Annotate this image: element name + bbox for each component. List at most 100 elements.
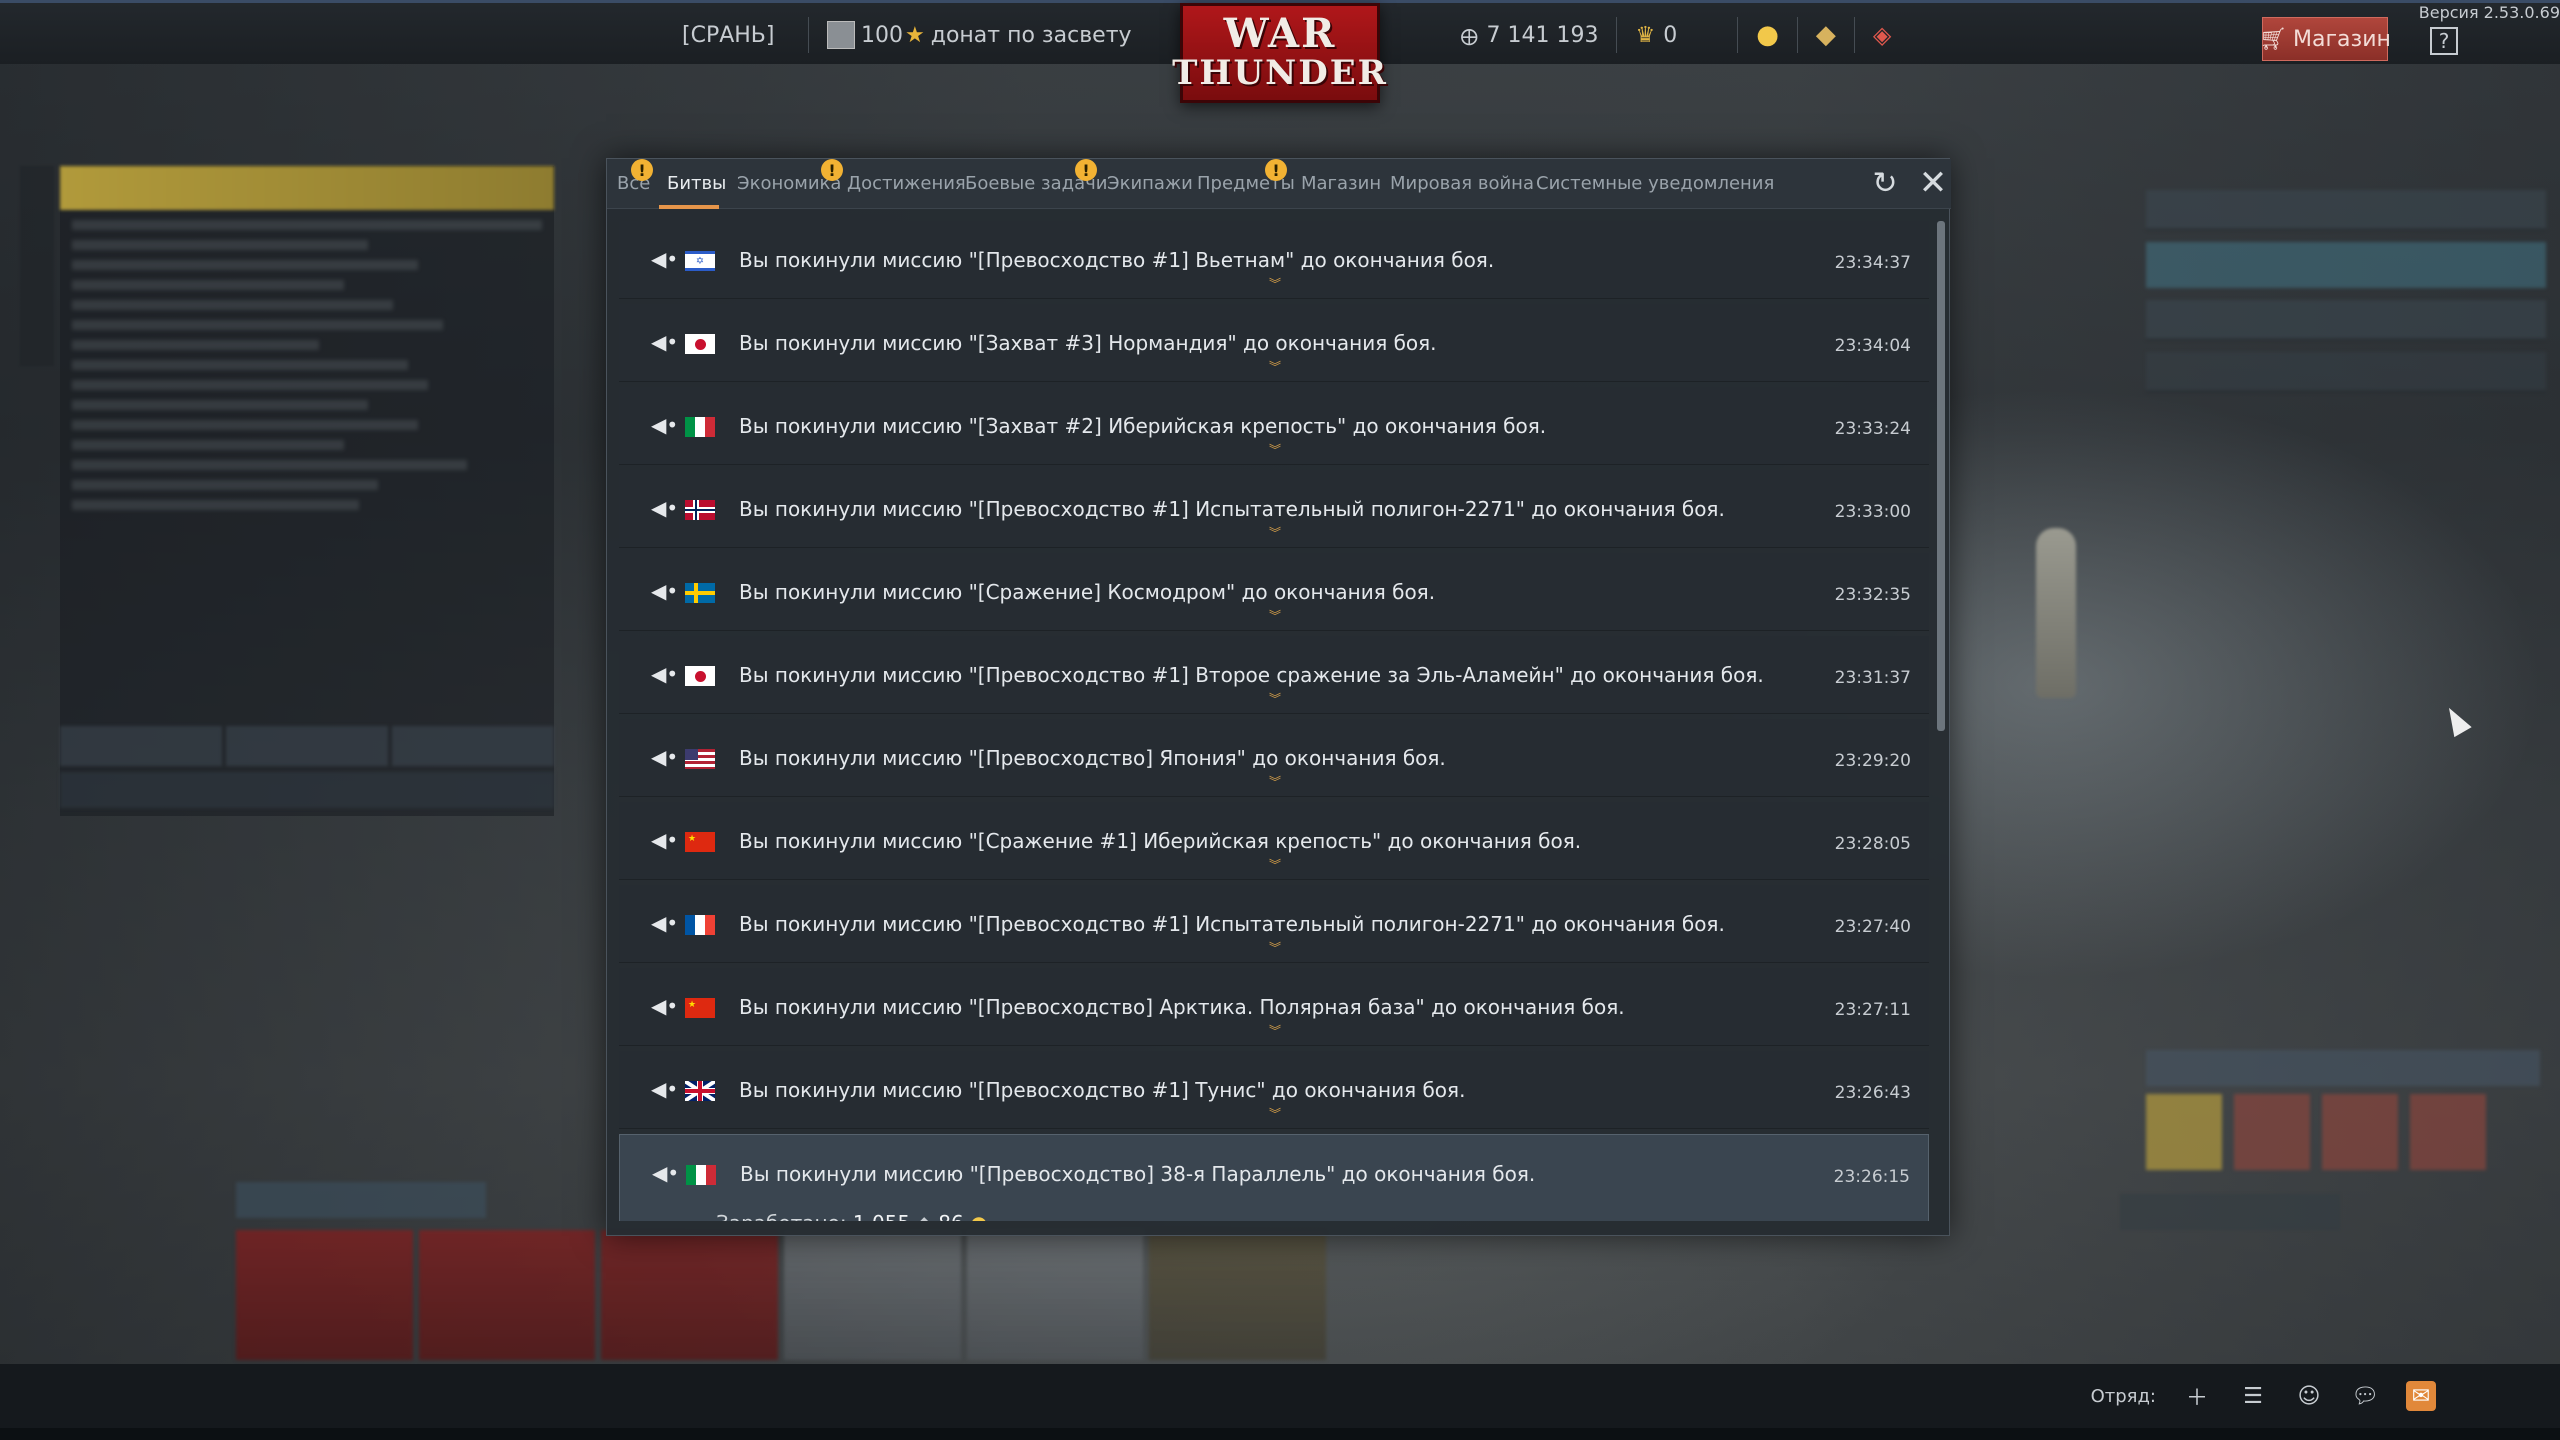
expand-chevron-icon[interactable]: ︾ xyxy=(1269,278,1281,290)
notification-row[interactable]: ◀• ★ Вы покинули миссию "[Сражение #1] Ибе… xyxy=(619,802,1929,880)
tab-shop[interactable]: Магазин xyxy=(1301,173,1381,194)
tab-label: Битвы xyxy=(667,173,727,194)
premium-amount: 100 xyxy=(861,22,903,48)
notifications-window: Все! Битвы Экономика! Достижения Боевые … xyxy=(606,158,1951,1236)
expand-chevron-icon[interactable]: ︾ xyxy=(1269,361,1281,373)
bottom-strip xyxy=(0,1428,2560,1440)
list-icon[interactable]: ☰ xyxy=(2238,1381,2268,1411)
country-flag-icon: ★ xyxy=(685,832,715,852)
country-flag-icon xyxy=(685,666,715,686)
star-icon: ★ xyxy=(905,22,925,48)
notification-row[interactable]: ◀• Вы покинули миссию "[Превосходство] 38… xyxy=(619,1134,1929,1221)
tab-label: Экипажи xyxy=(1107,173,1193,194)
divider xyxy=(1616,17,1618,53)
tab-label: Мировая война xyxy=(1390,173,1534,194)
expand-chevron-icon[interactable]: ︾ xyxy=(1269,444,1281,456)
crew-bar-blurred xyxy=(236,1182,486,1218)
chat-icon[interactable]: 💬︎ xyxy=(2350,1381,2380,1411)
silver-lions-value: 7 141 193 xyxy=(1486,22,1599,48)
warning-icon: ! xyxy=(1265,159,1287,181)
bottom-bar: Отряд: ＋ ☰ ☺ 💬︎ ✉ xyxy=(0,1364,2560,1428)
country-flag-icon xyxy=(685,915,715,935)
items-panel-blurred xyxy=(2146,1050,2540,1170)
refresh-icon[interactable]: ↻ xyxy=(1869,169,1901,201)
golden-eagles-value: 0 xyxy=(1663,22,1678,48)
notification-time: 23:33:00 xyxy=(1834,502,1911,522)
tab-world-war[interactable]: Мировая война xyxy=(1390,173,1534,194)
leave-battle-icon: ◀• xyxy=(651,1077,679,1101)
tab-crews[interactable]: Экипажи xyxy=(1107,173,1193,194)
notification-row[interactable]: ◀• Вы покинули миссию "[Превосходство #1]… xyxy=(619,636,1929,714)
scrollbar[interactable] xyxy=(1937,221,1945,731)
country-flag-icon xyxy=(685,1081,715,1101)
modifications-bar xyxy=(60,772,554,808)
contacts-icon[interactable]: ☺ xyxy=(2294,1381,2324,1411)
add-squad-icon[interactable]: ＋ xyxy=(2182,1381,2212,1411)
notification-text: Вы покинули миссию "[Сражение #1] Иберий… xyxy=(739,829,1582,853)
game-version: Версия 2.53.0.69 xyxy=(2418,3,2560,22)
notification-text: Вы покинули миссию "[Превосходство] 38-я… xyxy=(740,1162,1536,1186)
shop-button[interactable]: 🛒︎ Магазин xyxy=(2259,17,2391,61)
notification-row[interactable]: ◀• Вы покинули миссию "[Захват #2] Иберий… xyxy=(619,387,1929,465)
donate-text: донат по засвету xyxy=(930,22,1132,48)
tab-achievements[interactable]: Достижения xyxy=(847,173,966,194)
coupon-icon[interactable]: ◈ xyxy=(1873,21,1891,49)
tab-economy[interactable]: Экономика! xyxy=(737,159,843,194)
notification-time: 23:34:37 xyxy=(1834,253,1911,273)
notification-time: 23:34:04 xyxy=(1834,336,1911,356)
slot-tools-blurred xyxy=(2120,1194,2340,1230)
golden-eagle-icon: ♛ xyxy=(1635,22,1656,48)
expand-chevron-icon[interactable]: ︾ xyxy=(1269,527,1281,539)
player-nick[interactable]: [СРАНЬ] xyxy=(682,3,774,67)
notification-text: Вы покинули миссию "[Превосходство #1] В… xyxy=(739,248,1495,272)
expand-chevron-icon[interactable]: ︾ xyxy=(1269,776,1281,788)
notification-text: Вы покинули миссию "[Превосходство #1] В… xyxy=(739,663,1764,687)
country-flag-icon xyxy=(686,1165,716,1185)
warning-icon: ! xyxy=(1075,159,1097,181)
tab-battle-tasks[interactable]: Боевые задачи! xyxy=(965,159,1107,194)
notification-row[interactable]: ◀• Вы покинули миссию "[Захват #3] Норман… xyxy=(619,304,1929,382)
tab-label: Магазин xyxy=(1301,173,1382,194)
research-bulb-icon[interactable]: ● xyxy=(1756,20,1779,50)
notification-row[interactable]: ◀• Вы покинули миссию "[Превосходство #1]… xyxy=(619,885,1929,963)
tab-battles[interactable]: Битвы xyxy=(667,173,726,194)
notification-row[interactable]: ◀• ✡ Вы покинули миссию "[Превосходство #1… xyxy=(619,221,1929,299)
leave-battle-icon: ◀• xyxy=(651,247,679,271)
tab-all[interactable]: Все! xyxy=(617,159,653,194)
war-thunder-logo: WAR THUNDER xyxy=(1172,3,1386,103)
notification-row[interactable]: ◀• Вы покинули миссию "[Превосходство #1]… xyxy=(619,1051,1929,1129)
leave-battle-icon: ◀• xyxy=(651,994,679,1018)
mail-icon[interactable]: ✉ xyxy=(2406,1381,2436,1411)
country-flag-icon xyxy=(685,417,715,437)
expand-chevron-icon[interactable]: ︾ xyxy=(1269,1025,1281,1037)
active-tab-underline xyxy=(659,205,719,209)
divider xyxy=(808,17,809,53)
vehicle-info-tabs xyxy=(60,726,554,766)
tab-items[interactable]: Предметы! xyxy=(1197,159,1295,194)
hangar-figure xyxy=(2036,528,2076,698)
country-flag-icon xyxy=(685,749,715,769)
expand-chevron-icon[interactable]: ︾ xyxy=(1269,610,1281,622)
expand-chevron-icon[interactable]: ︾ xyxy=(1269,859,1281,871)
expand-chevron-icon[interactable]: ︾ xyxy=(1269,693,1281,705)
expand-chevron-icon[interactable]: ︾ xyxy=(1269,942,1281,954)
notification-row[interactable]: ◀• Вы покинули миссию "[Сражение] Космодр… xyxy=(619,553,1929,631)
avatar-icon[interactable] xyxy=(827,21,855,49)
premium-account-icon[interactable]: ◆ xyxy=(1816,20,1836,50)
country-flag-icon: ✡ xyxy=(685,251,715,271)
country-flag-icon xyxy=(685,583,715,603)
expand-chevron-icon[interactable]: ︾ xyxy=(1269,1108,1281,1120)
help-button[interactable]: ? xyxy=(2430,27,2458,55)
vehicle-info-panel xyxy=(60,166,554,816)
close-icon[interactable]: ✕ xyxy=(1917,166,1949,200)
notification-row[interactable]: ◀• Вы покинули миссию "[Превосходство #1]… xyxy=(619,470,1929,548)
leave-battle-icon: ◀• xyxy=(651,662,679,686)
notification-row[interactable]: ◀• ★ Вы покинули миссию "[Превосходство] А… xyxy=(619,968,1929,1046)
notification-tabs: Все! Битвы Экономика! Достижения Боевые … xyxy=(607,159,1951,209)
tab-system[interactable]: Системные уведомления xyxy=(1536,173,1774,194)
notification-text: Вы покинули миссию "[Захват #3] Норманди… xyxy=(739,331,1437,355)
warning-icon: ! xyxy=(821,159,843,181)
notification-row[interactable]: ◀• Вы покинули миссию "[Превосходство] Яп… xyxy=(619,719,1929,797)
silver-lion-icon: 🜨 xyxy=(1460,26,1479,51)
notification-time: 23:26:15 xyxy=(1833,1167,1910,1187)
